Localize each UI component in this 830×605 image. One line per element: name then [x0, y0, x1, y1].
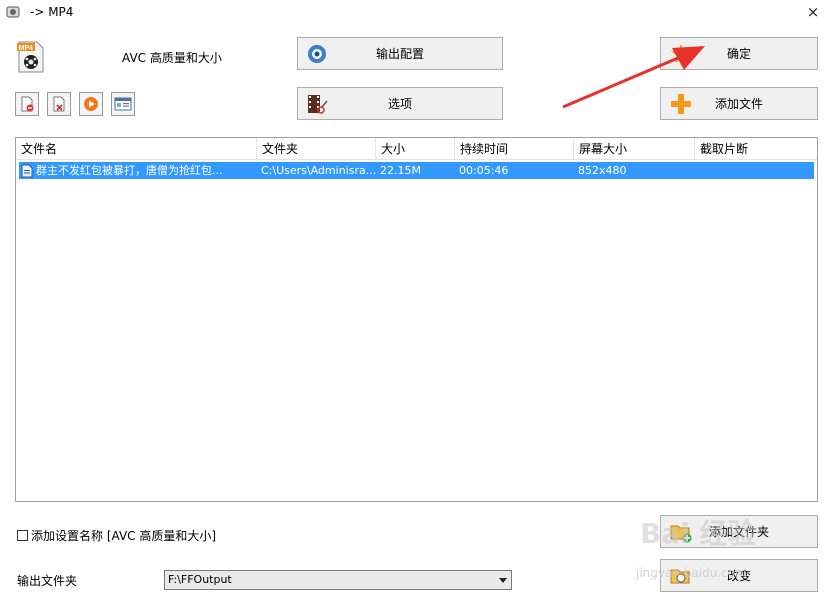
add-folder-label: 添加文件夹 [708, 525, 769, 539]
window-title: -> MP4 [30, 5, 74, 19]
column-header-size[interactable]: 大小 [376, 138, 455, 160]
row-filename: 群主不发红包被暴打，唐僧为抢红包... [36, 164, 223, 177]
row-resolution: 852x480 [578, 164, 627, 177]
add-setting-name-label: 添加设置名称 [AVC 高质量和大小] [31, 529, 217, 543]
column-header-clip[interactable]: 截取片断 [695, 138, 817, 160]
row-folder: C:\Users\Adminisra... [261, 164, 376, 177]
column-header-folder[interactable]: 文件夹 [257, 138, 376, 160]
clear-icon [53, 96, 65, 112]
add-setting-name-checkbox[interactable]: 添加设置名称 [AVC 高质量和大小] [17, 527, 216, 544]
output-folder-label: 输出文件夹 [17, 574, 78, 588]
play-button[interactable] [79, 92, 103, 116]
remove-button[interactable] [15, 92, 39, 116]
row-duration: 00:05:46 [459, 164, 509, 177]
add-file-label: 添加文件 [714, 97, 763, 111]
add-folder-button[interactable]: 添加文件夹 [660, 515, 818, 548]
play-icon [84, 97, 98, 111]
chevron-down-icon[interactable] [499, 578, 507, 583]
row-clip [695, 162, 814, 179]
ok-button[interactable]: 确定 [660, 37, 818, 70]
close-button[interactable]: × [804, 3, 822, 21]
column-header-filename[interactable]: 文件名 [16, 138, 257, 160]
checkbox-box[interactable] [17, 530, 28, 541]
column-header-duration[interactable]: 持续时间 [455, 138, 574, 160]
title-bar: -> MP4 × [0, 0, 830, 26]
video-file-icon [21, 164, 33, 177]
profile-label: AVC 高质量和大小 [122, 51, 222, 65]
mp4-format-icon: MP4 [17, 41, 44, 73]
row-size: 22.15M [380, 164, 421, 177]
output-config-label: 输出配置 [375, 47, 424, 61]
table-row[interactable]: 群主不发红包被暴打，唐僧为抢红包... C:\Users\Adminisra..… [19, 162, 814, 179]
change-label: 改变 [726, 569, 751, 583]
add-file-button[interactable]: 添加文件 [660, 87, 818, 120]
ok-label: 确定 [726, 47, 751, 61]
info-icon [114, 97, 132, 111]
options-label: 选项 [387, 97, 412, 111]
file-list-header: 文件名 文件夹 大小 持续时间 屏幕大小 截取片断 [16, 138, 817, 160]
options-button[interactable]: 选项 [297, 87, 503, 120]
output-folder-select[interactable]: F:\FFOutput [164, 570, 512, 590]
svg-text:MP4: MP4 [19, 45, 34, 52]
file-list[interactable]: 文件名 文件夹 大小 持续时间 屏幕大小 截取片断 群主不发红包被暴打，唐僧为抢… [15, 137, 818, 502]
column-header-resolution[interactable]: 屏幕大小 [574, 138, 695, 160]
output-config-button[interactable]: 输出配置 [297, 37, 503, 70]
app-icon [6, 6, 20, 18]
output-folder-value: F:\FFOutput [168, 573, 232, 586]
row-filename-cell: 群主不发红包被暴打，唐僧为抢红包... [19, 162, 257, 179]
remove-icon [21, 96, 34, 112]
clear-button[interactable] [47, 92, 71, 116]
info-button[interactable] [111, 92, 135, 116]
change-button[interactable]: 改变 [660, 559, 818, 592]
